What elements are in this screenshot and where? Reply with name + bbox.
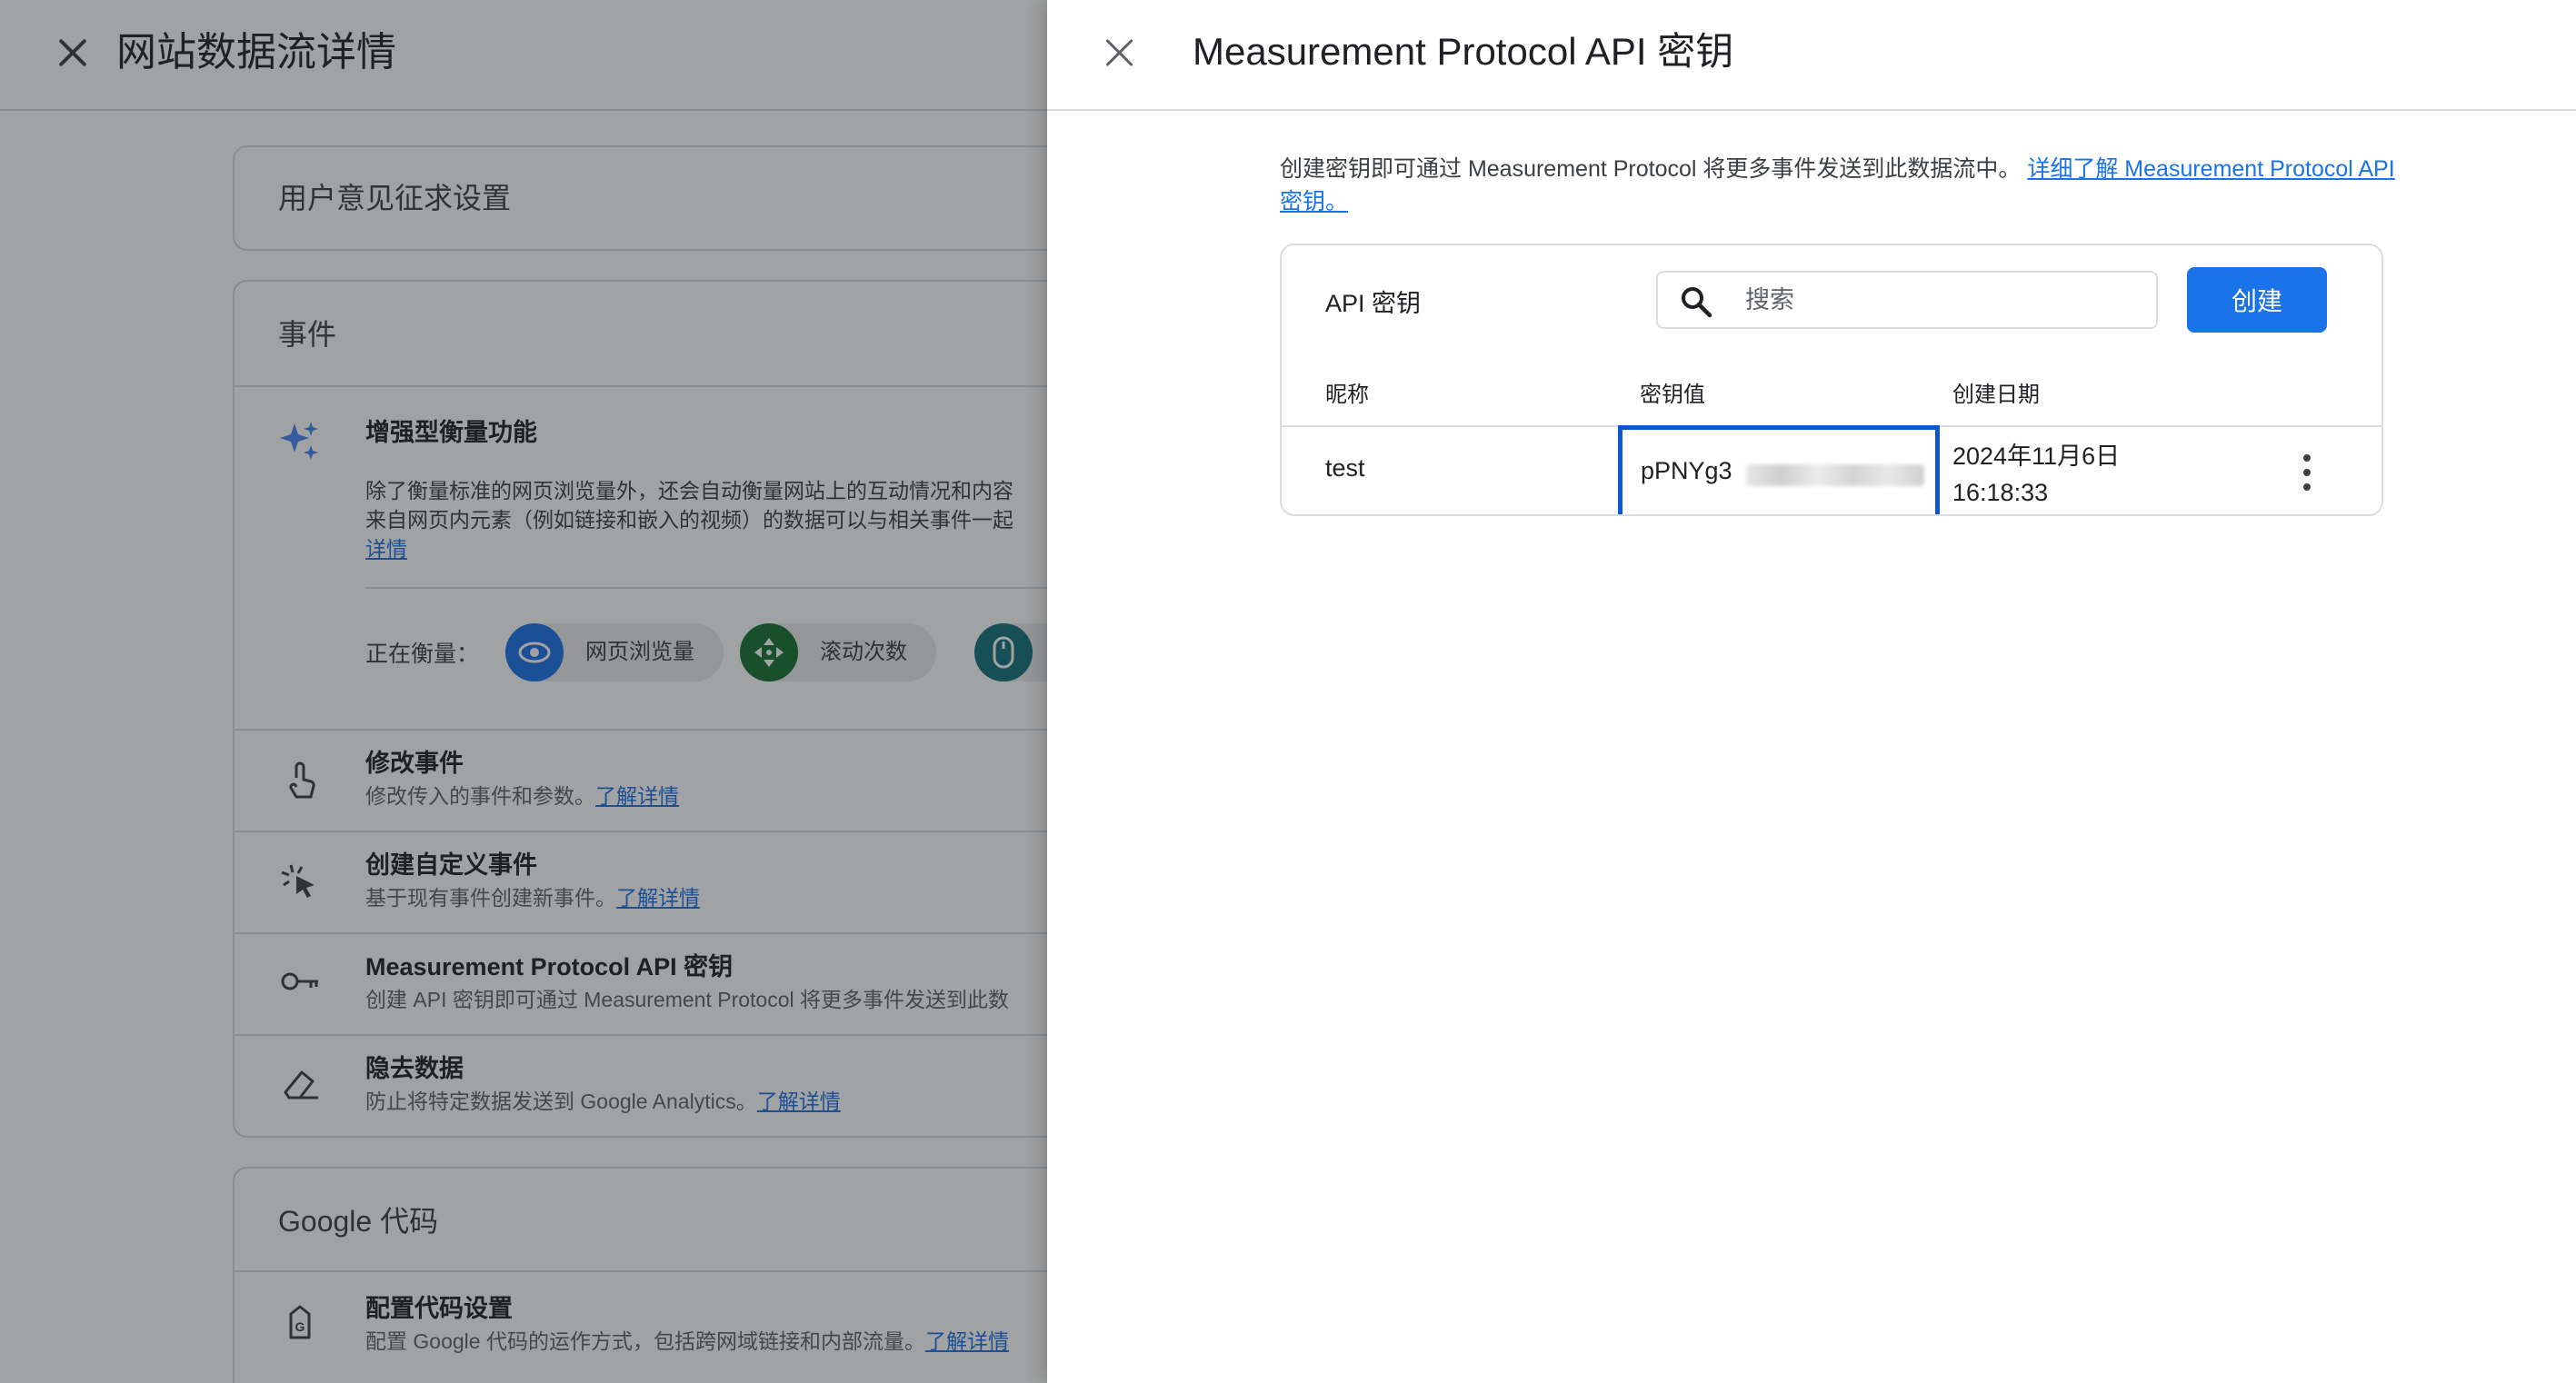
create-button[interactable]: 创建	[2187, 267, 2327, 333]
search-icon	[1682, 287, 1712, 318]
intro-text: 创建密钥即可通过 Measurement Protocol 将更多事件发送到此数…	[1280, 156, 2395, 214]
search-box[interactable]	[1656, 271, 2158, 329]
column-header-created-date[interactable]: 创建日期	[1952, 376, 2040, 408]
redacted-secret	[1746, 464, 1924, 486]
more-vert-icon[interactable]	[2289, 451, 2325, 494]
column-header-secret-value[interactable]: 密钥值	[1640, 376, 1705, 408]
close-icon[interactable]	[1100, 33, 1140, 73]
secret-value-text: pPNYg3	[1641, 457, 1732, 484]
nickname-cell: test	[1325, 454, 1365, 482]
api-secrets-panel: Measurement Protocol API 密钥 创建密钥即可通过 Mea…	[1047, 0, 2576, 1383]
search-input[interactable]	[1745, 282, 2136, 318]
created-date-cell: 2024年11月6日 16:18:33	[1952, 438, 2120, 511]
column-header-nickname[interactable]: 昵称	[1325, 376, 1369, 408]
panel-header: Measurement Protocol API 密钥	[1047, 0, 2576, 111]
secret-value-cell[interactable]: pPNYg3	[1618, 425, 1940, 514]
api-secrets-table: API 密钥 创建 昵称 密钥值 创建日期 test pPNYg3 2024年1…	[1280, 244, 2383, 516]
date-text: 2024年11月6日	[1952, 443, 2121, 470]
table-title: API 密钥	[1325, 290, 1422, 317]
panel-title: Measurement Protocol API 密钥	[1193, 30, 1734, 73]
time-text: 16:18:33	[1952, 479, 2049, 506]
modal-scrim[interactable]	[0, 0, 1047, 1383]
